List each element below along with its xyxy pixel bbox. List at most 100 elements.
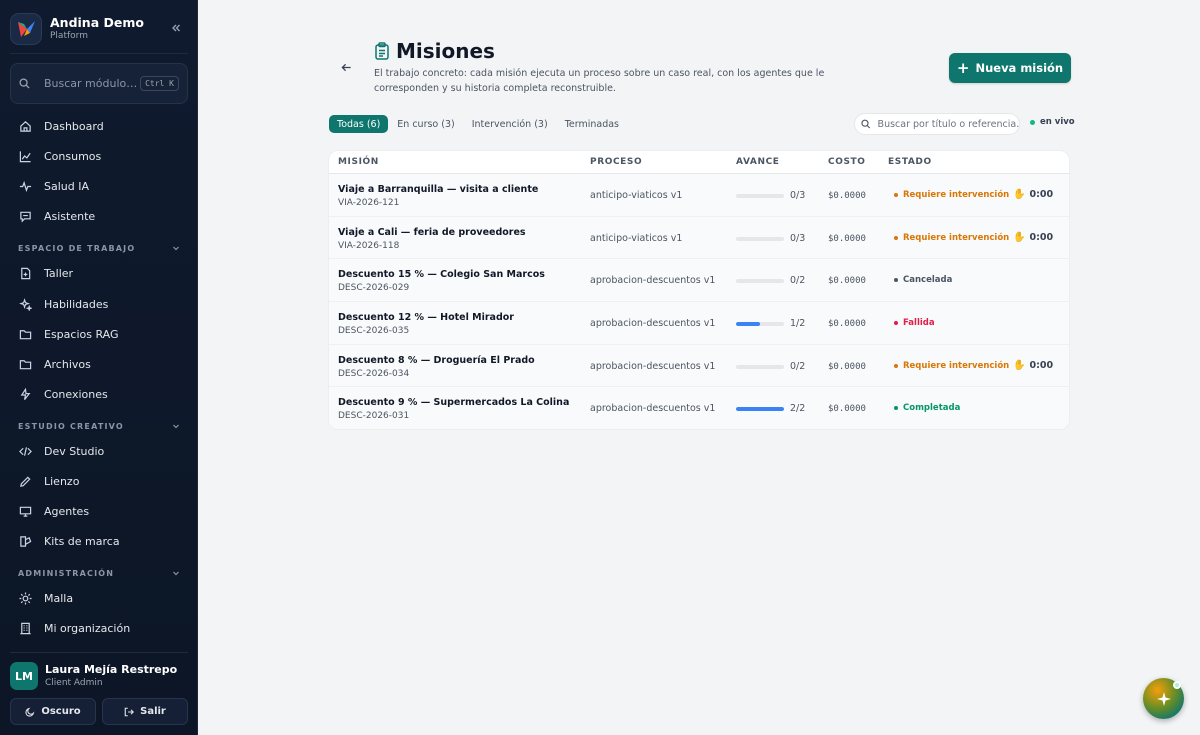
- table-header: MISIÓN PROCESO AVANCE COSTO ESTADO: [329, 151, 1069, 174]
- intervention-timer[interactable]: ✋ 0:00: [1013, 360, 1053, 371]
- logout-button[interactable]: Salir: [102, 698, 188, 725]
- mission-title[interactable]: Descuento 12 % — Hotel Mirador: [338, 312, 514, 323]
- mission-process: aprobacion-descuentos v1: [590, 360, 716, 372]
- mission-title[interactable]: Descuento 9 % — Supermercados La Colina: [338, 397, 569, 408]
- progress-count: 2/2: [790, 403, 806, 415]
- moon-icon: [25, 707, 35, 717]
- nav-label: Archivos: [44, 357, 91, 371]
- nav-item-archivos[interactable]: Archivos: [10, 350, 188, 378]
- section-admin-header[interactable]: ADMINISTRACIÓN: [18, 566, 180, 580]
- file-plus-icon: [18, 266, 32, 280]
- mission-title[interactable]: Descuento 8 % — Droguería El Prado: [338, 355, 535, 366]
- nav-item-kits-de-marca[interactable]: Kits de marca: [10, 527, 188, 555]
- nav-item-habilidades[interactable]: Habilidades: [10, 290, 188, 318]
- user-profile[interactable]: LM Laura Mejía Restrepo Client Admin: [10, 660, 188, 692]
- column-header-proceso[interactable]: PROCESO: [590, 157, 642, 167]
- dark-mode-label: Oscuro: [41, 706, 81, 717]
- table-row[interactable]: Descuento 9 % — Supermercados La Colina D…: [329, 387, 1069, 429]
- progress-count: 0/3: [790, 190, 806, 201]
- section-workspace-header[interactable]: ESPACIO DE TRABAJO: [18, 241, 180, 255]
- pulse-icon: [18, 179, 32, 193]
- status-dot-icon: [894, 278, 898, 283]
- user-role: Client Admin: [45, 677, 103, 688]
- nav-label: Dev Studio: [44, 444, 105, 458]
- tab-todas[interactable]: Todas (6): [329, 115, 389, 133]
- column-header-mision[interactable]: MISIÓN: [338, 157, 379, 167]
- nav-label: Mi organización: [44, 621, 131, 635]
- brand-subtitle: Platform: [50, 31, 88, 41]
- table-row[interactable]: Descuento 15 % — Colegio San Marcos DESC-…: [329, 259, 1069, 303]
- table-row[interactable]: Descuento 12 % — Hotel Mirador DESC-2026-…: [329, 302, 1069, 345]
- user-name: Laura Mejía Restrepo: [45, 662, 178, 676]
- nav-item-lienzo[interactable]: Lienzo: [10, 467, 188, 495]
- assistant-fab-button[interactable]: [1143, 678, 1184, 719]
- progress-bar: [736, 279, 784, 284]
- tab-intervencion[interactable]: Intervención (3): [464, 115, 556, 133]
- intervention-timer[interactable]: ✋ 0:00: [1013, 189, 1053, 200]
- mission-cost: $0.0000: [828, 233, 866, 244]
- nav-item-consumos[interactable]: Consumos: [10, 142, 188, 170]
- section-studio-header[interactable]: ESTUDIO CREATIVO: [18, 419, 180, 433]
- nav-item-salud-ia[interactable]: Salud IA: [10, 172, 188, 200]
- new-mission-button[interactable]: + Nueva misión: [949, 53, 1071, 83]
- new-mission-label: Nueva misión: [975, 61, 1064, 75]
- progress-count: 0/2: [790, 360, 806, 372]
- nav-item-taller[interactable]: Taller: [10, 259, 188, 287]
- search-icon: [19, 78, 30, 89]
- intervention-timer[interactable]: ✋ 0:00: [1013, 232, 1053, 243]
- nav-label: Kits de marca: [44, 534, 120, 548]
- status-badge: Requiere intervención: [894, 190, 1009, 200]
- sparkles-icon: [18, 297, 32, 311]
- page-title: Misiones: [396, 39, 495, 63]
- nav-label: Taller: [44, 266, 74, 280]
- chevron-down-icon: [173, 571, 179, 576]
- status-badge: Requiere intervención: [894, 233, 1009, 243]
- mission-title[interactable]: Viaje a Barranquilla — visita a cliente: [338, 184, 538, 195]
- missions-table: MISIÓN PROCESO AVANCE COSTO ESTADO Viaje…: [328, 150, 1070, 430]
- palette-icon: [18, 534, 32, 548]
- mission-cost: $0.0000: [828, 191, 866, 201]
- column-header-costo[interactable]: COSTO: [828, 157, 866, 167]
- column-header-estado[interactable]: ESTADO: [888, 157, 932, 167]
- tab-terminadas[interactable]: Terminadas: [557, 115, 627, 133]
- mission-title[interactable]: Descuento 15 % — Colegio San Marcos: [338, 269, 545, 280]
- column-header-avance[interactable]: AVANCE: [736, 157, 780, 167]
- nav-item-agentes[interactable]: Agentes: [10, 497, 188, 525]
- tab-en-curso[interactable]: En curso (3): [389, 115, 462, 133]
- progress-count: 0/2: [790, 275, 806, 287]
- table-row[interactable]: Descuento 8 % — Droguería El Prado DESC-2…: [329, 344, 1069, 388]
- nav-label: Habilidades: [44, 297, 109, 311]
- section-title: ESTUDIO CREATIVO: [18, 421, 124, 431]
- collapse-sidebar-icon[interactable]: [168, 20, 184, 36]
- nav-item-espacios-rag[interactable]: Espacios RAG: [10, 320, 188, 348]
- nav-item-dashboard[interactable]: Dashboard: [10, 112, 188, 140]
- dark-mode-button[interactable]: Oscuro: [10, 698, 96, 725]
- nav-item-malla[interactable]: Malla: [10, 584, 188, 612]
- status-label: Fallida: [903, 318, 935, 329]
- nav-item-mi-organizacion[interactable]: Mi organización: [10, 614, 188, 642]
- nav-item-asistente[interactable]: Asistente: [10, 202, 188, 230]
- nav-label: Lienzo: [44, 474, 80, 488]
- online-status-icon: [1173, 681, 1181, 689]
- plus-icon: +: [956, 58, 970, 77]
- live-dot-icon: [1030, 119, 1035, 125]
- nav-item-conexiones[interactable]: Conexiones: [10, 380, 188, 408]
- nav-item-dev-studio[interactable]: Dev Studio: [10, 437, 188, 465]
- monitor-icon: [18, 504, 32, 518]
- back-arrow-icon[interactable]: [338, 59, 354, 75]
- status-label: Requiere intervención: [903, 360, 1010, 371]
- home-icon: [18, 119, 32, 133]
- nav-label: Dashboard: [44, 119, 104, 133]
- table-row[interactable]: Viaje a Cali — feria de proveedores VIA-2…: [329, 216, 1069, 260]
- clipboard-icon: [375, 42, 389, 60]
- progress-bar: [736, 364, 784, 369]
- nav-label: Agentes: [44, 504, 90, 518]
- mission-search-input[interactable]: Buscar por título o referencia…: [854, 113, 1020, 135]
- progress-count: 0/3: [790, 232, 806, 244]
- table-row[interactable]: Viaje a Barranquilla — visita a cliente V…: [329, 174, 1069, 217]
- status-dot-icon: [894, 363, 898, 368]
- brand[interactable]: Andina Demo Platform: [10, 12, 188, 46]
- status-tabs: Todas (6) En curso (3) Intervención (3) …: [329, 115, 628, 133]
- module-search-input[interactable]: Buscar módulo… Ctrl K: [10, 63, 188, 104]
- mission-title[interactable]: Viaje a Cali — feria de proveedores: [338, 227, 526, 238]
